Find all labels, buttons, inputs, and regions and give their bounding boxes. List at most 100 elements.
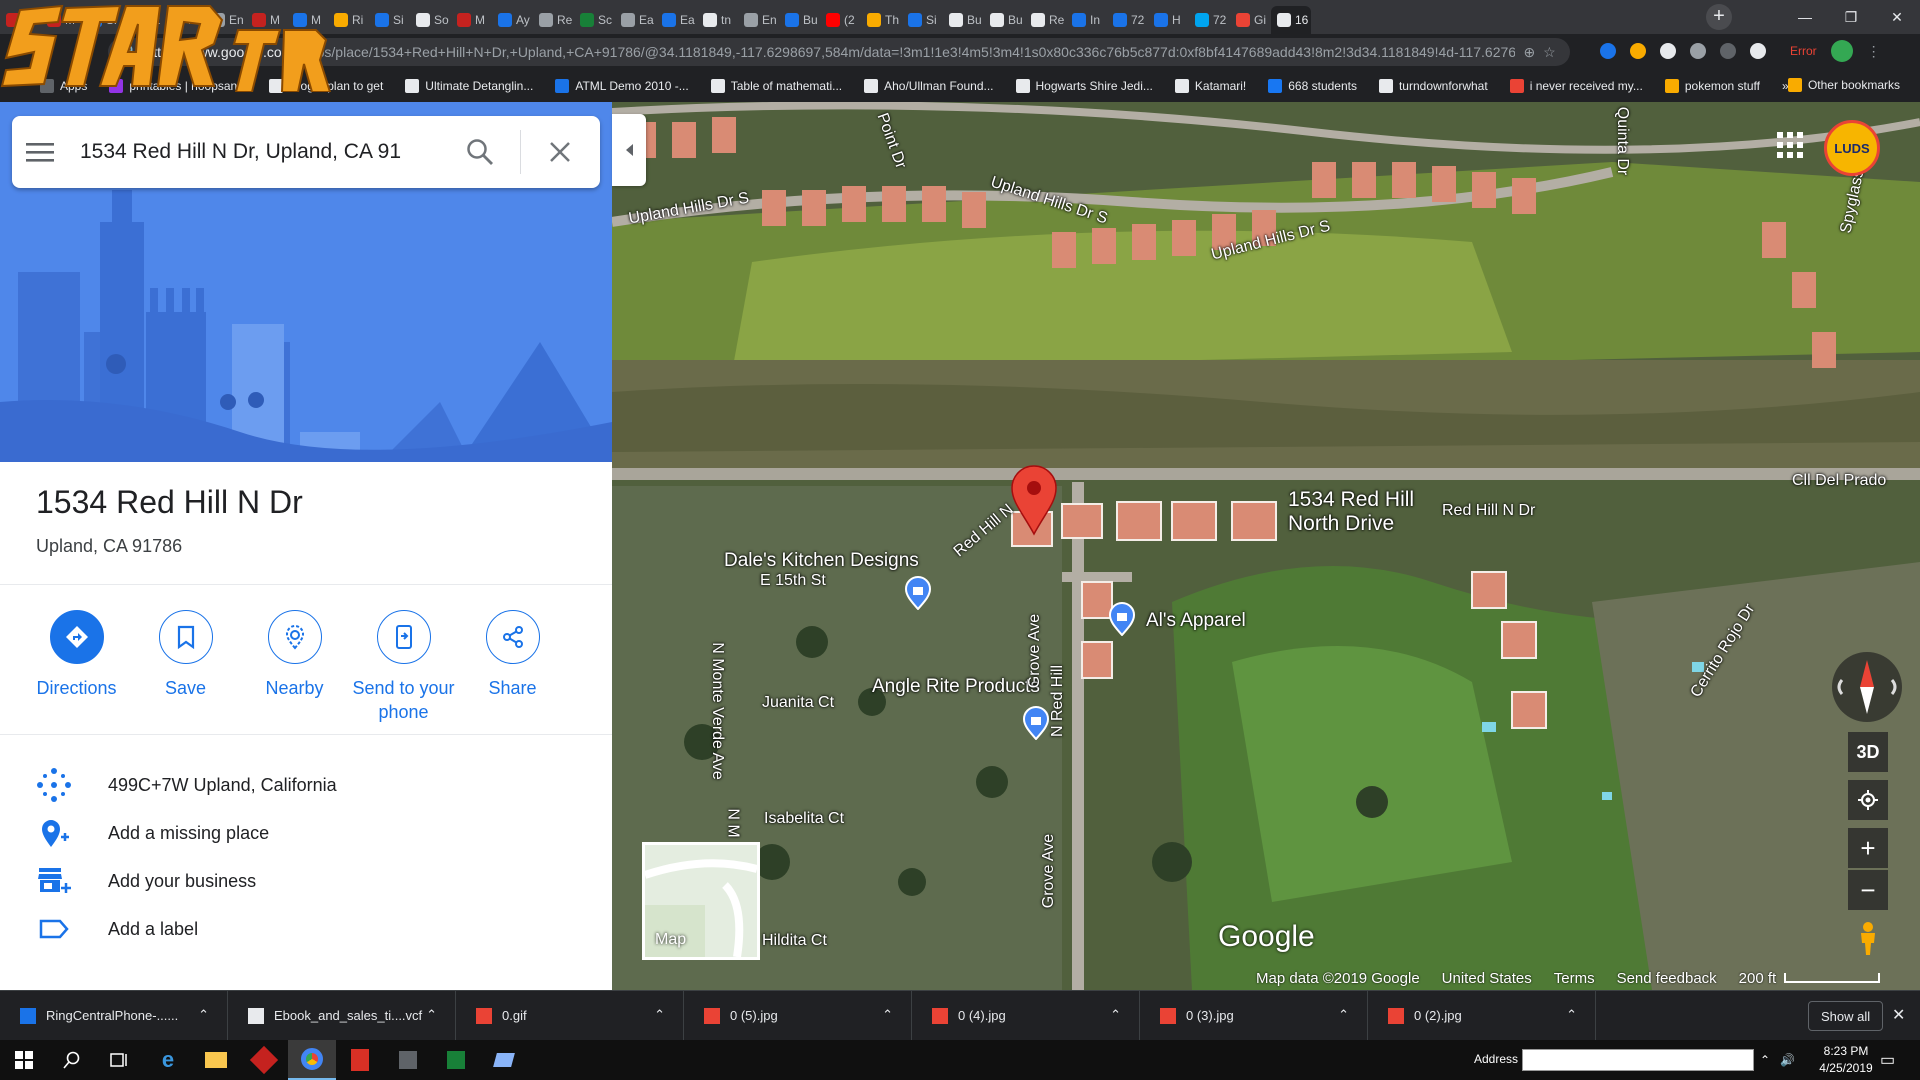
browser-tab[interactable]: H: [1148, 6, 1188, 34]
bookmark-item[interactable]: ATML Demo 2010 -...: [555, 79, 689, 93]
save-button[interactable]: Save: [131, 610, 240, 724]
browser-tab[interactable]: Si: [369, 6, 409, 34]
browser-tab[interactable]: tn: [697, 6, 737, 34]
browser-tab[interactable]: En: [738, 6, 778, 34]
bookmark-item[interactable]: printables | hoopsan...: [109, 79, 247, 93]
task-view-button[interactable]: [96, 1040, 144, 1080]
browser-tab[interactable]: En: [205, 6, 245, 34]
taskbar-app[interactable]: [480, 1040, 528, 1080]
send-to-phone-button[interactable]: Send to your phone: [349, 610, 458, 724]
download-item[interactable]: 0 (3).jpg ⌃: [1140, 990, 1368, 1041]
compass-control[interactable]: [1832, 652, 1902, 722]
browser-tab[interactable]: M: [451, 6, 491, 34]
maximize-button[interactable]: ❐: [1828, 0, 1874, 34]
map-type-switcher[interactable]: Map: [642, 842, 760, 960]
chevron-up-icon[interactable]: ⌃: [1110, 1007, 1121, 1023]
volume-icon[interactable]: 🔊: [1780, 1053, 1795, 1067]
pegman-button[interactable]: [1848, 918, 1888, 958]
browser-tab[interactable]: Sc: [574, 6, 614, 34]
other-bookmarks-folder[interactable]: Other bookmarks: [1787, 78, 1900, 92]
browser-tab[interactable]: Gi: [1230, 6, 1270, 34]
browser-tab[interactable]: 72: [1107, 6, 1147, 34]
bookmark-item[interactable]: Katamari!: [1174, 79, 1246, 93]
browser-tab[interactable]: M: [0, 6, 40, 34]
bookmark-item[interactable]: Ultimate Detanglin...: [405, 79, 533, 93]
taskbar-app[interactable]: [192, 1040, 240, 1080]
browser-tab[interactable]: Ay: [492, 6, 532, 34]
new-tab-button[interactable]: +: [1706, 4, 1732, 30]
download-item[interactable]: 0 (5).jpg ⌃: [684, 990, 912, 1041]
chevron-up-icon[interactable]: ⌃: [1338, 1007, 1349, 1023]
country-link[interactable]: United States: [1442, 970, 1532, 990]
clear-search-button[interactable]: [542, 134, 578, 170]
browser-tab[interactable]: (2: [820, 6, 860, 34]
google-apps-icon[interactable]: [1775, 130, 1805, 160]
plus-code-row[interactable]: 499C+7W Upland, California: [0, 762, 612, 808]
browser-tab[interactable]: 72: [1189, 6, 1229, 34]
terms-link[interactable]: Terms: [1554, 970, 1595, 990]
browser-tab[interactable]: Bu: [779, 6, 819, 34]
account-avatar[interactable]: LUDS: [1824, 120, 1880, 176]
hamburger-menu-button[interactable]: [12, 116, 68, 188]
chevron-up-icon[interactable]: ⌃: [426, 1007, 437, 1023]
taskbar-app[interactable]: [240, 1040, 288, 1080]
search-taskbar-button[interactable]: [48, 1040, 96, 1080]
add-missing-place-row[interactable]: Add a missing place: [0, 810, 612, 856]
taskbar-app[interactable]: [384, 1040, 432, 1080]
extension-icon[interactable]: [1750, 43, 1766, 59]
chevron-up-icon[interactable]: ⌃: [198, 1007, 209, 1023]
download-item[interactable]: 0 (2).jpg ⌃: [1368, 990, 1596, 1041]
bookmark-item[interactable]: turndownforwhat: [1378, 79, 1488, 93]
browser-tab[interactable]: Si: [82, 6, 122, 34]
shopping-pin-icon[interactable]: [1022, 706, 1050, 740]
menu-dots-icon[interactable]: ⋮: [1867, 43, 1881, 60]
share-button[interactable]: Share: [458, 610, 567, 724]
place-label-angle-rite[interactable]: Angle Rite Products: [872, 676, 1040, 698]
download-item[interactable]: Ebook_and_sales_ti....vcf ⌃: [228, 990, 456, 1041]
download-item[interactable]: RingCentralPhone-...... ⌃: [0, 990, 228, 1041]
show-all-downloads-button[interactable]: Show all: [1808, 1001, 1884, 1031]
taskbar-app[interactable]: [336, 1040, 384, 1080]
3d-toggle-button[interactable]: 3D: [1848, 732, 1888, 772]
bookmark-item[interactable]: pokemon stuff: [1664, 79, 1760, 93]
browser-tab[interactable]: M: [41, 6, 81, 34]
download-item[interactable]: 0 (4).jpg ⌃: [912, 990, 1140, 1041]
profile-icon[interactable]: [1830, 40, 1853, 62]
bookmark-star-icon[interactable]: ☆: [1543, 44, 1556, 61]
taskbar-app[interactable]: [432, 1040, 480, 1080]
browser-tab[interactable]: Re: [1025, 6, 1065, 34]
browser-tab[interactable]: 16: [1271, 6, 1311, 34]
minimize-button[interactable]: —: [1782, 0, 1828, 34]
send-feedback-link[interactable]: Send feedback: [1617, 970, 1717, 990]
shopping-pin-icon[interactable]: [1108, 602, 1136, 636]
place-label-dales[interactable]: Dale's Kitchen Designs: [724, 550, 919, 572]
zoom-icon[interactable]: ⊕: [1523, 44, 1535, 61]
bookmark-item[interactable]: Aho/Ullman Found...: [864, 79, 994, 93]
browser-tab[interactable]: Bu: [943, 6, 983, 34]
error-badge[interactable]: Error: [1790, 44, 1817, 58]
nearby-button[interactable]: Nearby: [240, 610, 349, 724]
chevron-up-icon[interactable]: ⌃: [654, 1007, 665, 1023]
browser-tab[interactable]: Th: [861, 6, 901, 34]
browser-tab[interactable]: Si: [902, 6, 942, 34]
directions-button[interactable]: Directions: [22, 610, 131, 724]
chevron-up-icon[interactable]: ⌃: [1566, 1007, 1577, 1023]
browser-tab[interactable]: M: [287, 6, 327, 34]
bookmark-item[interactable]: 668 students: [1268, 79, 1357, 93]
extension-icon[interactable]: [1600, 43, 1616, 59]
chevron-up-icon[interactable]: ⌃: [882, 1007, 893, 1023]
shopping-pin-icon[interactable]: [904, 576, 932, 610]
notification-icon[interactable]: ▭: [1880, 1050, 1895, 1070]
address-bar[interactable]: 🔒 https://www.google.com/maps/place/1534…: [108, 38, 1570, 66]
browser-tab[interactable]: 72: [123, 6, 163, 34]
bookmark-item[interactable]: Hogwarts Shire Jedi...: [1015, 79, 1153, 93]
extension-icon[interactable]: [1630, 43, 1646, 59]
bookmark-item[interactable]: Table of mathemati...: [710, 79, 842, 93]
address-toolbar-input[interactable]: [1522, 1049, 1754, 1071]
start-button[interactable]: [0, 1040, 48, 1080]
browser-tab[interactable]: Bu: [984, 6, 1024, 34]
browser-tab[interactable]: M: [246, 6, 286, 34]
clock[interactable]: 8:23 PM 4/25/2019: [1806, 1043, 1886, 1077]
browser-tab[interactable]: Ri: [328, 6, 368, 34]
extension-icon[interactable]: [1690, 43, 1706, 59]
